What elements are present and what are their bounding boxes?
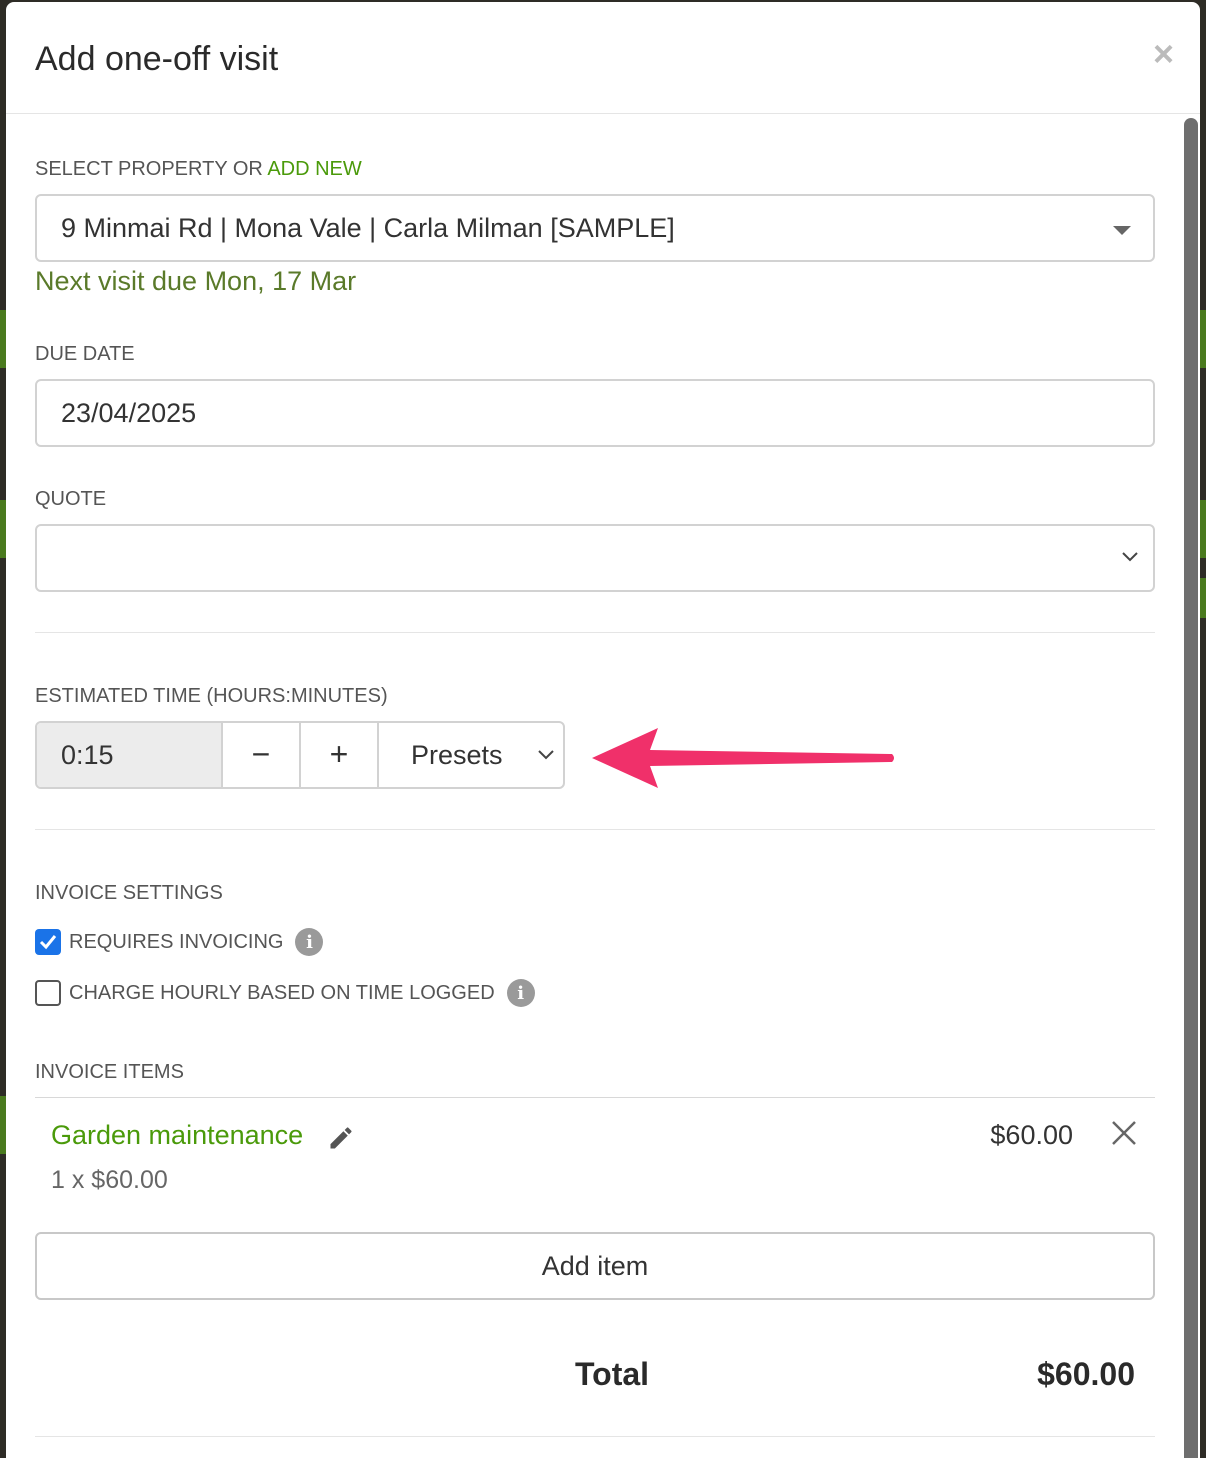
invoice-item-detail: 1 x $60.00 [51, 1166, 168, 1194]
caret-down-icon [1113, 226, 1131, 235]
edit-pencil-icon[interactable] [327, 1124, 355, 1152]
requires-invoicing-row: REQUIRES INVOICING i [35, 928, 324, 956]
charge-hourly-checkbox[interactable] [35, 980, 61, 1006]
charge-hourly-row: CHARGE HOURLY BASED ON TIME LOGGED i [35, 979, 535, 1007]
property-select-value: 9 Minmai Rd | Mona Vale | Carla Milman [… [61, 213, 675, 243]
chevron-down-icon [538, 750, 554, 760]
modal-title: Add one-off visit [35, 40, 279, 78]
charge-hourly-label: CHARGE HOURLY BASED ON TIME LOGGED [69, 981, 495, 1004]
section-divider [35, 829, 1155, 830]
add-visit-modal: Add one-off visit × SELECT PROPERTY OR A… [6, 2, 1200, 1458]
property-label: SELECT PROPERTY OR ADD NEW [35, 158, 362, 181]
next-visit-hint: Next visit due Mon, 17 Mar [35, 266, 357, 296]
info-icon[interactable]: i [506, 979, 535, 1007]
quote-label: QUOTE [35, 488, 107, 510]
quote-select[interactable] [35, 524, 1155, 592]
requires-invoicing-label: REQUIRES INVOICING [69, 930, 284, 953]
modal-header: Add one-off visit × [6, 2, 1200, 114]
check-icon [39, 935, 57, 950]
chevron-down-icon [1122, 552, 1138, 562]
estimated-time-input[interactable]: 0:15 [37, 723, 223, 787]
invoice-settings-label: INVOICE SETTINGS [35, 882, 223, 904]
invoice-item-price: $60.00 [990, 1120, 1073, 1150]
total-label: Total [575, 1356, 650, 1392]
remove-item-icon[interactable] [1111, 1120, 1137, 1146]
invoice-item-name[interactable]: Garden maintenance [51, 1120, 303, 1151]
due-date-value: 23/04/2025 [61, 398, 197, 428]
add-new-link[interactable]: ADD NEW [267, 158, 361, 180]
estimated-time-label: ESTIMATED TIME (HOURS:MINUTES) [35, 685, 388, 707]
due-date-label: DUE DATE [35, 343, 135, 365]
presets-dropdown[interactable]: Presets [379, 723, 563, 787]
due-date-input[interactable]: 23/04/2025 [35, 379, 1155, 447]
property-select[interactable]: 9 Minmai Rd | Mona Vale | Carla Milman [… [35, 194, 1155, 262]
section-divider [35, 1436, 1155, 1437]
section-divider [35, 1097, 1155, 1098]
add-item-button[interactable]: Add item [35, 1232, 1155, 1300]
invoice-items-label: INVOICE ITEMS [35, 1061, 184, 1083]
increase-time-button[interactable]: + [301, 723, 379, 787]
property-label-text: SELECT PROPERTY OR [35, 158, 268, 180]
presets-label: Presets [411, 740, 503, 770]
estimated-time-group: 0:15 − + Presets [35, 721, 565, 789]
close-button[interactable]: × [1153, 36, 1174, 72]
annotation-arrow-icon [592, 728, 894, 788]
total-value: $60.00 [1037, 1356, 1135, 1392]
info-icon[interactable]: i [295, 928, 324, 956]
section-divider [35, 632, 1155, 633]
scrollbar[interactable] [1184, 118, 1198, 1458]
requires-invoicing-checkbox[interactable] [35, 929, 61, 955]
decrease-time-button[interactable]: − [223, 723, 301, 787]
